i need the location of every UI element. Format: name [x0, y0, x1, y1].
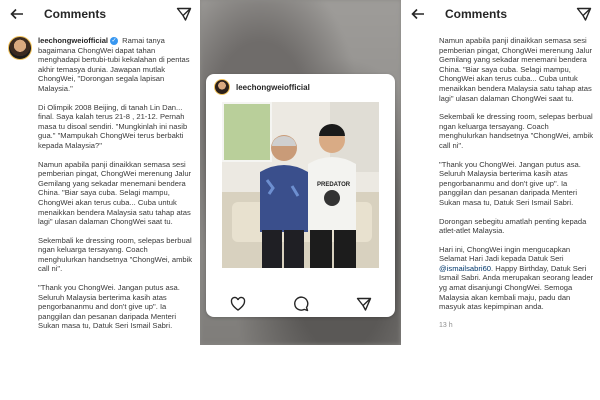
- comment-body: leechongweiofficial ✓ Ramai tanya bagaima…: [38, 36, 196, 340]
- comment-body: Namun apabila panji dinaikkan semasa ses…: [439, 36, 597, 330]
- post-header: leechongweiofficial: [206, 74, 395, 100]
- shirt-text: PREDATOR: [317, 182, 351, 188]
- post-photo[interactable]: PREDATOR: [222, 102, 379, 268]
- page-title: Comments: [44, 7, 107, 21]
- comment-username[interactable]: leechongweiofficial: [38, 36, 108, 45]
- comment-text: Hari ini, ChongWei ingin mengucapkan Sel…: [439, 244, 571, 264]
- comment-timestamp: 13 h: [439, 321, 453, 329]
- post-username[interactable]: leechongweiofficial: [236, 83, 310, 92]
- top-bar: Comments: [401, 0, 600, 28]
- top-bar: Comments: [0, 0, 200, 28]
- paper-plane-icon[interactable]: [576, 6, 592, 22]
- back-arrow-icon[interactable]: [409, 5, 427, 23]
- avatar[interactable]: [214, 79, 230, 95]
- comment-paragraph: Sekembali ke dressing room, selepas berb…: [38, 235, 193, 274]
- paper-plane-icon[interactable]: [176, 6, 192, 22]
- page-title: Comments: [445, 7, 508, 21]
- post-screen-middle: leechongweiofficial PREDATOR: [200, 0, 401, 345]
- comment-paragraph: "Thank you ChongWei. Jangan putus asa. S…: [38, 283, 180, 331]
- comments-screen-right: Comments Namun apabila panji dinaikkan s…: [401, 0, 600, 345]
- back-arrow-icon[interactable]: [8, 5, 26, 23]
- comment-paragraph: Sekembali ke dressing room, selepas berb…: [439, 112, 594, 150]
- comment-paragraph: "Thank you ChongWei. Jangan putus asa. S…: [439, 159, 581, 207]
- comment-paragraph: Hari ini, ChongWei ingin mengucapkan Sel…: [439, 245, 597, 312]
- comment-bubble-icon[interactable]: [293, 296, 309, 312]
- mention-link[interactable]: @ismailsabri60: [439, 264, 491, 273]
- comments-screen-left: Comments leechongweiofficial ✓ Ramai tany…: [0, 0, 200, 345]
- comment-paragraph: Namun apabila panji dinaikkan semasa ses…: [439, 36, 593, 103]
- post-card: leechongweiofficial PREDATOR: [206, 74, 395, 317]
- comment-paragraph: Dorongan sebegitu amatlah penting kepada…: [439, 216, 587, 236]
- verified-badge-icon: ✓: [110, 37, 119, 45]
- post-action-bar: [206, 291, 395, 317]
- avatar[interactable]: [8, 36, 32, 60]
- comment-paragraph: leechongweiofficial ✓ Ramai tanya bagaima…: [38, 36, 196, 94]
- comment-paragraph: Di Olimpik 2008 Beijing, di tanah Lin Da…: [38, 102, 188, 150]
- paper-plane-icon[interactable]: [356, 296, 372, 312]
- comment-paragraph: Namun apabila panji dinaikkan semasa ses…: [38, 159, 192, 227]
- heart-icon[interactable]: [230, 296, 246, 312]
